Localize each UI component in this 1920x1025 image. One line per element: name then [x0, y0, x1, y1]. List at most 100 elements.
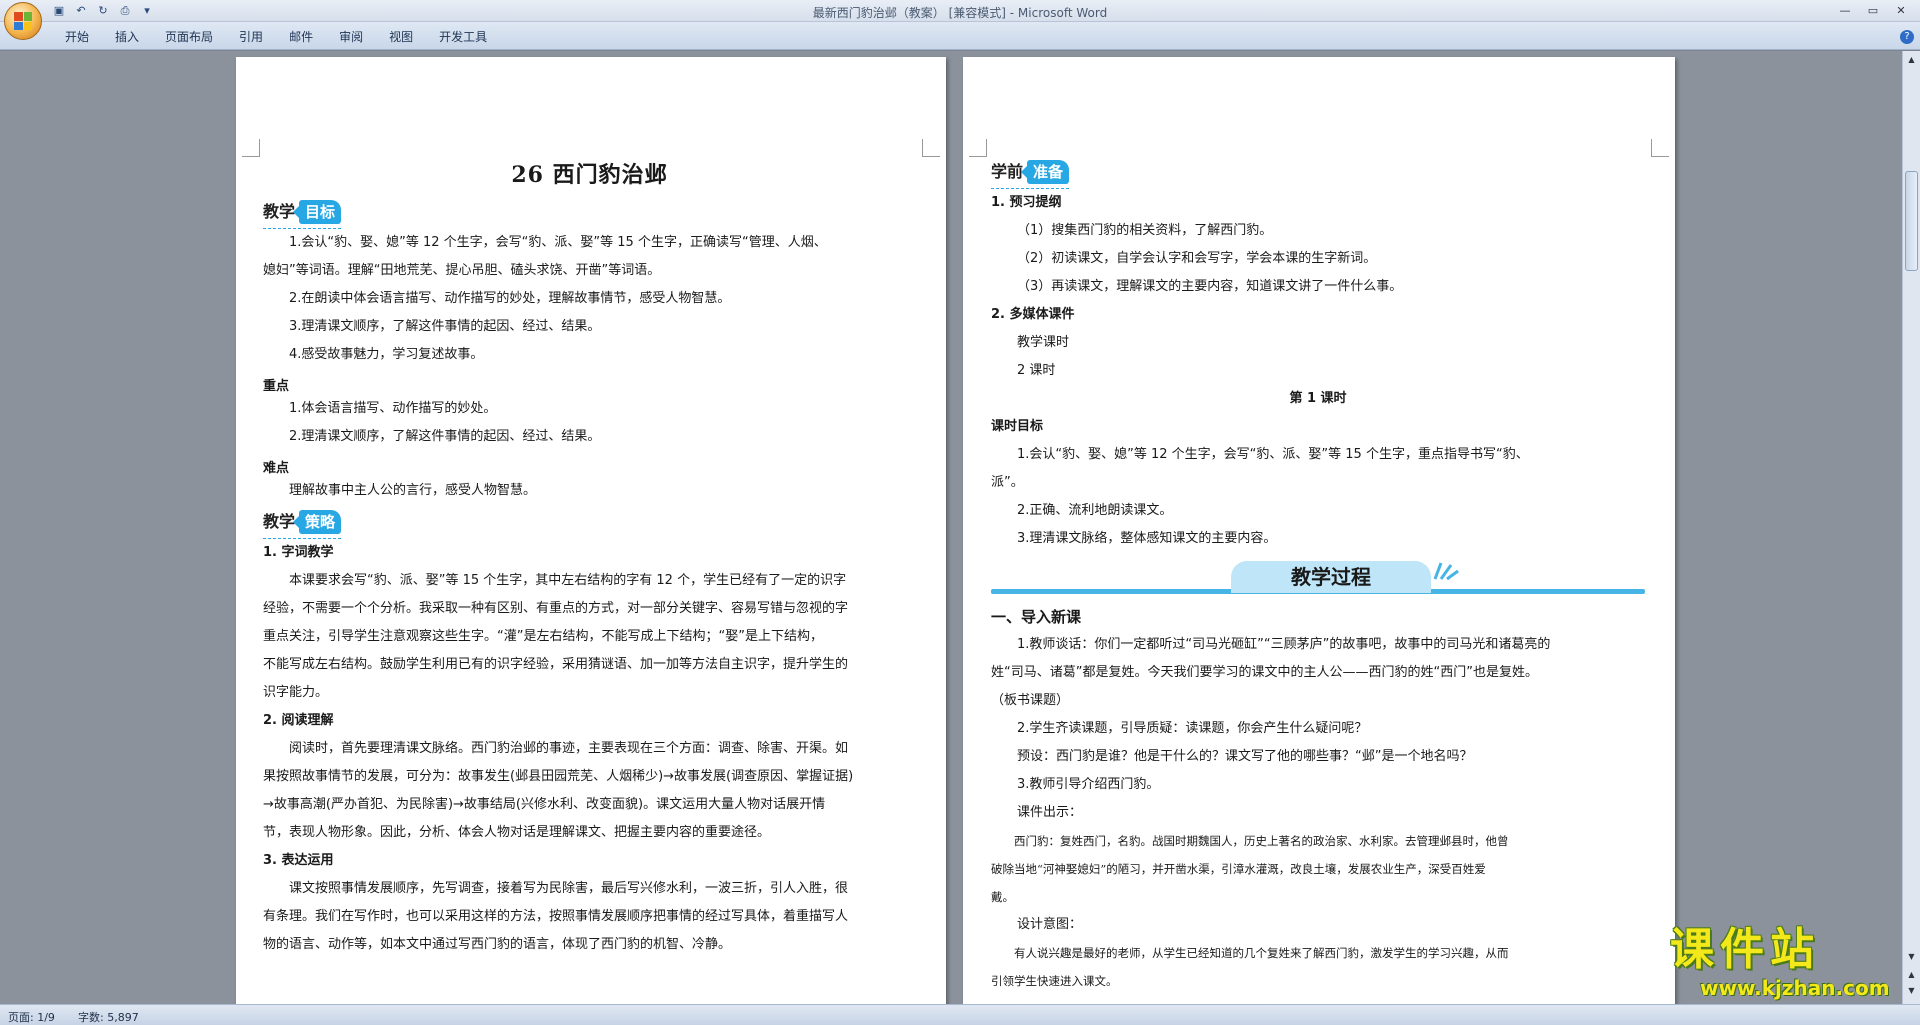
- paragraph: 媳妇”等词语。理解“田地荒芜、提心吊胆、磕头求饶、开凿”等词语。: [263, 263, 661, 278]
- page-content: 学前 准备 1. 预习提纲 （1）搜集西门豹的相关资料，了解西门豹。 （2）初读…: [991, 57, 1645, 995]
- paragraph: 教学课时: [1017, 335, 1070, 350]
- paragraph: 派”。: [991, 475, 1024, 490]
- status-bar: 页面: 1/9 字数: 5,897: [0, 1004, 1920, 1025]
- tab-references[interactable]: 引用: [226, 28, 276, 46]
- paragraph: （3）再读课文，理解课文的主要内容，知道课文讲了一件什么事。: [1017, 279, 1403, 294]
- paragraph: 3.教师引导介绍西门豹。: [1017, 777, 1160, 792]
- paragraph: 课件出示：: [1017, 805, 1083, 820]
- window-title: 最新西门豹治邺（教案） [兼容模式] - Microsoft Word: [812, 6, 1108, 20]
- paragraph: 果按照故事情节的发展，可分为：故事发生(邺县田园荒芜、人烟稀少)→故事发展(调查…: [263, 769, 854, 784]
- sparkle-icon: [1433, 562, 1459, 581]
- paragraph: 2.正确、流利地朗读课文。: [1017, 503, 1173, 518]
- scroll-thumb[interactable]: [1905, 171, 1918, 271]
- document-title: 26 西门豹治邺: [511, 162, 668, 188]
- word-count[interactable]: 字数: 5,897: [78, 1009, 139, 1025]
- paragraph: →故事高潮(严办首犯、为民除害)→故事结局(兴修水利、改变面貌)。课文运用大量人…: [263, 797, 826, 812]
- subheading: 课时目标: [991, 419, 1044, 434]
- lesson-title: 第 1 课时: [1289, 391, 1347, 406]
- subheading: 2. 阅读理解: [263, 713, 334, 728]
- page-left[interactable]: 26 西门豹治邺 教学 目标 1.会认“豹、娶、媳”等 12 个生字，会写“豹、…: [236, 57, 946, 1004]
- paragraph: 3.理清课文脉络，整体感知课文的主要内容。: [1017, 531, 1277, 546]
- watermark: 课件站 www.kjzhan.com: [1670, 924, 1902, 1002]
- quote-line: 戴。: [991, 890, 1014, 904]
- page-content: 26 西门豹治邺 教学 目标 1.会认“豹、娶、媳”等 12 个生字，会写“豹、…: [263, 57, 916, 959]
- office-button[interactable]: [4, 2, 42, 40]
- quote-line: 西门豹：复姓西门，名豹。战国时期魏国人，历史上著名的政治家、水利家。去管理邺县时…: [1014, 834, 1509, 848]
- ribbon-tabs: 开始 插入 页面布局 引用 邮件 审阅 视图 开发工具: [52, 28, 500, 46]
- paragraph: 1.会认“豹、娶、媳”等 12 个生字，会写“豹、派、娶”等 15 个生字，正确…: [289, 235, 827, 250]
- paragraph: 本课要求会写“豹、派、娶”等 15 个生字，其中左右结构的字有 12 个，学生已…: [289, 573, 847, 588]
- paragraph: 2.理清课文顺序，了解这件事情的起因、经过、结果。: [289, 429, 601, 444]
- next-page-icon[interactable]: ▼: [1905, 984, 1918, 998]
- office-logo-icon: [14, 12, 32, 30]
- design-intent-label: 设计意图：: [1017, 917, 1083, 932]
- paragraph: 理解故事中主人公的言行，感受人物智慧。: [289, 483, 537, 498]
- paragraph: 2 课时: [1017, 363, 1056, 378]
- section-heading-goals: 教学 目标: [263, 195, 342, 229]
- margin-mark: [1651, 139, 1669, 157]
- tab-insert[interactable]: 插入: [102, 28, 152, 46]
- paragraph: 预设：西门豹是谁？他是干什么的？课文写了他的哪些事？“邺”是一个地名吗？: [1017, 749, 1473, 764]
- document-area[interactable]: 26 西门豹治邺 教学 目标 1.会认“豹、娶、媳”等 12 个生字，会写“豹、…: [0, 51, 1902, 1004]
- watermark-text: 课件站: [1670, 924, 1820, 975]
- watermark-url: www.kjzhan.com: [1700, 976, 1890, 1000]
- paragraph: 姓“司马、诸葛”都是复姓。今天我们要学习的课文中的主人公——西门豹的姓“西门”也…: [991, 665, 1538, 680]
- paragraph: （板书课题）: [991, 693, 1070, 708]
- paragraph: 2.在朗读中体会语言描写、动作描写的妙处，理解故事情节，感受人物智慧。: [289, 291, 731, 306]
- paragraph: 节，表现人物形象。因此，分析、体会人物对话是理解课文、把握主要内容的重要途径。: [263, 825, 771, 840]
- subheading: 1. 字词教学: [263, 545, 334, 560]
- paragraph: 4.感受故事魅力，学习复述故事。: [289, 347, 484, 362]
- tab-developer[interactable]: 开发工具: [426, 28, 500, 46]
- close-icon[interactable]: ✕: [1888, 1, 1914, 19]
- prev-page-icon[interactable]: ▲: [1905, 968, 1918, 982]
- tab-view[interactable]: 视图: [376, 28, 426, 46]
- paragraph: 1.体会语言描写、动作描写的妙处。: [289, 401, 497, 416]
- paragraph: （1）搜集西门豹的相关资料，了解西门豹。: [1017, 223, 1273, 238]
- paragraph: 1.会认“豹、娶、媳”等 12 个生字，会写“豹、派、娶”等 15 个生字，重点…: [1017, 447, 1529, 462]
- section-heading-prep: 学前 准备: [991, 155, 1070, 189]
- paragraph: 3.理清课文顺序，了解这件事情的起因、经过、结果。: [289, 319, 601, 334]
- heading-part-a: 教学: [263, 202, 296, 221]
- heading-tag: 准备: [1021, 160, 1070, 184]
- heading-tag: 策略: [293, 510, 342, 534]
- paragraph: 1.教师谈话：你们一定都听过“司马光砸缸”“三顾茅庐”的故事吧，故事中的司马光和…: [1017, 637, 1551, 652]
- tab-mailings[interactable]: 邮件: [276, 28, 326, 46]
- tab-review[interactable]: 审阅: [326, 28, 376, 46]
- page-count[interactable]: 页面: 1/9: [8, 1009, 55, 1025]
- heading-tag: 目标: [293, 200, 342, 224]
- title-bar: ▣ ↶ ↻ ⎙ ▾ 最新西门豹治邺（教案） [兼容模式] - Microsoft…: [0, 0, 1920, 22]
- paragraph: 有条理。我们在写作时，也可以采用这样的方法，按照事情发展顺序把事情的经过写具体，…: [263, 909, 849, 924]
- design-line: 引领学生快速进入课文。: [991, 974, 1118, 988]
- paragraph: （2）初读课文，自学会认字和会写字，学会本课的生字新词。: [1017, 251, 1377, 266]
- margin-mark: [242, 139, 260, 157]
- paragraph: 阅读时，首先要理清课文脉络。西门豹治邺的事迹，主要表现在三个方面：调查、除害、开…: [289, 741, 849, 756]
- quote-line: 破除当地“河神娶媳妇”的陋习，并开凿水渠，引漳水灌溉，改良土壤，发展农业生产，深…: [991, 862, 1486, 876]
- subheading: 3. 表达运用: [263, 853, 334, 868]
- scroll-down-icon[interactable]: ▼: [1905, 950, 1918, 964]
- maximize-icon[interactable]: ▭: [1860, 1, 1886, 19]
- ribbon: 开始 插入 页面布局 引用 邮件 审阅 视图 开发工具 ?: [0, 22, 1920, 50]
- minimize-icon[interactable]: —: [1832, 1, 1858, 19]
- paragraph: 不能写成左右结构。鼓励学生利用已有的识字经验，采用猜谜语、加一加等方法自主识字，…: [263, 657, 849, 672]
- margin-mark: [922, 139, 940, 157]
- section-title: 一、导入新课: [991, 608, 1082, 626]
- page-right[interactable]: 学前 准备 1. 预习提纲 （1）搜集西门豹的相关资料，了解西门豹。 （2）初读…: [963, 57, 1675, 1004]
- paragraph: 经验，不需要一个个分析。我采取一种有区别、有重点的方式，对一部分关键字、容易写错…: [263, 601, 849, 616]
- scroll-up-icon[interactable]: ▲: [1905, 53, 1918, 67]
- paragraph: 课文按照事情发展顺序，先写调查，接着写为民除害，最后写兴修水利，一波三折，引人入…: [289, 881, 849, 896]
- vertical-scrollbar[interactable]: ▲ ▼ ▲ ▼: [1902, 51, 1920, 1004]
- paragraph: 2.学生齐读课题，引导质疑：读课题，你会产生什么疑问呢？: [1017, 721, 1368, 736]
- section-heading-strategy: 教学 策略: [263, 505, 342, 539]
- help-icon[interactable]: ?: [1900, 30, 1914, 44]
- margin-mark: [969, 139, 987, 157]
- tab-home[interactable]: 开始: [52, 28, 102, 46]
- paragraph: 重点关注，引导学生注意观察这些生字。“灌”是左右结构，不能写成上下结构；“娶”是…: [263, 629, 823, 644]
- subheading: 2. 多媒体课件: [991, 307, 1075, 322]
- design-line: 有人说兴趣是最好的老师，从学生已经知道的几个复姓来了解西门豹，激发学生的学习兴趣…: [1014, 946, 1509, 960]
- window-controls: — ▭ ✕: [1832, 1, 1914, 19]
- paragraph: 识字能力。: [263, 685, 329, 700]
- heading-part-a: 教学: [263, 512, 296, 531]
- heading-part-a: 学前: [991, 162, 1024, 181]
- tab-page-layout[interactable]: 页面布局: [152, 28, 226, 46]
- paragraph: 物的语言、动作等，如本文中通过写西门豹的语言，体现了西门豹的机智、冷静。: [263, 937, 732, 952]
